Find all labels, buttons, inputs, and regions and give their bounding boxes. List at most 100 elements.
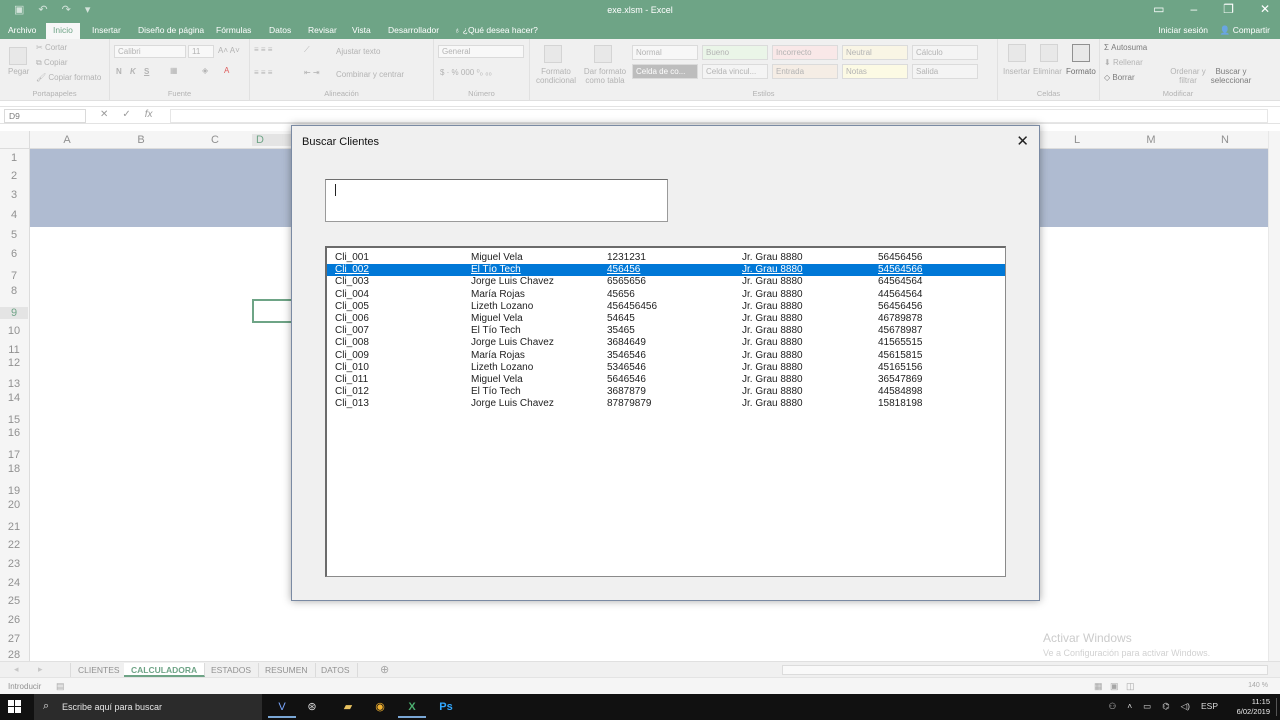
client-id: Cli_011 — [335, 374, 369, 385]
windows-start-icon[interactable] — [8, 700, 22, 714]
clients-listbox[interactable]: Cli_001 Miguel Vela 1231231 Jr. Grau 8880 56… — [325, 246, 1006, 577]
client-address: Jr. Grau 8880 — [742, 288, 803, 300]
client-doc: 54645 — [607, 313, 635, 324]
client-doc: 87879879 — [607, 398, 652, 410]
list-item[interactable]: Cli_013 Jorge Luis Chavez 87879879 Jr. Grau… — [327, 398, 1005, 410]
client-phone: 44564564 — [878, 288, 923, 300]
client-doc: 3687879 — [607, 386, 646, 398]
excel-icon[interactable]: X — [398, 696, 426, 718]
network-icon[interactable]: ⌬ — [1162, 701, 1169, 712]
client-id: Cli_003 — [335, 276, 369, 288]
client-address: Jr. Grau 8880 — [742, 349, 803, 361]
client-address: Jr. Grau 8880 — [742, 325, 803, 337]
client-name: Jorge Luis Chavez — [471, 276, 554, 288]
list-item[interactable]: Cli_011 Miguel Vela 5646546 Jr. Grau 8880 36… — [327, 374, 1005, 386]
client-id: Cli_001 — [335, 252, 369, 263]
list-item[interactable]: Cli_009 María Rojas 3546546 Jr. Grau 8880 45… — [327, 350, 1005, 362]
client-name: María Rojas — [471, 349, 525, 361]
client-address: Jr. Grau 8880 — [742, 337, 803, 349]
client-address: Jr. Grau 8880 — [742, 300, 803, 312]
client-id: Cli_004 — [335, 288, 369, 300]
list-item[interactable]: Cli_008 Jorge Luis Chavez 3684649 Jr. Grau … — [327, 337, 1005, 349]
client-phone: 56456456 — [878, 300, 923, 312]
client-address: Jr. Grau 8880 — [742, 252, 803, 263]
client-name: El Tío Tech — [471, 264, 521, 276]
client-phone: 45165156 — [878, 361, 923, 373]
client-doc: 456456 — [607, 264, 641, 276]
taskbar-search-placeholder: Escribe aquí para buscar — [62, 702, 163, 712]
list-item[interactable]: Cli_003 Jorge Luis Chavez 6565656 Jr. Grau … — [327, 276, 1005, 288]
search-icon: ⌕ — [43, 700, 50, 712]
client-name: Jorge Luis Chavez — [471, 337, 554, 349]
client-id: Cli_010 — [335, 361, 369, 373]
client-doc: 6565656 — [607, 276, 646, 288]
client-id: Cli_005 — [335, 300, 369, 312]
client-name: Lizeth Lozano — [471, 300, 534, 312]
client-phone: 54564566 — [878, 264, 923, 276]
system-tray: ⚇ ˄ ▭ ⌬ ◁) ESP — [1109, 701, 1218, 712]
client-id: Cli_002 — [335, 264, 369, 276]
client-doc: 1231231 — [607, 252, 646, 263]
show-desktop-button[interactable] — [1276, 698, 1280, 716]
list-item[interactable]: Cli_010 Lizeth Lozano 5346546 Jr. Grau 8880… — [327, 362, 1005, 374]
client-phone: 41565515 — [878, 337, 923, 349]
client-name: El Tío Tech — [471, 386, 521, 398]
list-item[interactable]: Cli_005 Lizeth Lozano 456456456 Jr. Grau 88… — [327, 301, 1005, 313]
client-address: Jr. Grau 8880 — [742, 398, 803, 410]
search-input[interactable] — [325, 179, 668, 222]
text-caret — [335, 184, 336, 196]
client-name: Miguel Vela — [471, 374, 523, 385]
client-name: El Tío Tech — [471, 325, 521, 337]
client-doc: 3546546 — [607, 349, 646, 361]
client-phone: 45615815 — [878, 349, 923, 361]
list-item[interactable]: Cli_006 Miguel Vela 54645 Jr. Grau 8880 4678… — [327, 313, 1005, 325]
people-icon[interactable]: ⚇ — [1109, 701, 1117, 712]
client-id: Cli_006 — [335, 313, 369, 324]
client-phone: 56456456 — [878, 252, 923, 263]
client-address: Jr. Grau 8880 — [742, 276, 803, 288]
battery-icon[interactable]: ▭ — [1143, 701, 1151, 712]
list-item[interactable]: Cli_004 María Rojas 45656 Jr. Grau 8880 4456… — [327, 289, 1005, 301]
client-doc: 3684649 — [607, 337, 646, 349]
list-item[interactable]: Cli_001 Miguel Vela 1231231 Jr. Grau 8880 56… — [327, 252, 1005, 264]
client-doc: 5346546 — [607, 361, 646, 373]
client-doc: 45656 — [607, 288, 635, 300]
client-name: Jorge Luis Chavez — [471, 398, 554, 410]
client-name: Miguel Vela — [471, 313, 523, 324]
client-name: Miguel Vela — [471, 252, 523, 263]
client-id: Cli_013 — [335, 398, 369, 410]
list-item[interactable]: Cli_012 El Tío Tech 3687879 Jr. Grau 8880 44… — [327, 386, 1005, 398]
client-id: Cli_012 — [335, 386, 369, 398]
client-address: Jr. Grau 8880 — [742, 374, 803, 385]
language-indicator[interactable]: ESP — [1201, 701, 1218, 712]
photoshop-icon[interactable]: Ps — [432, 696, 460, 718]
client-id: Cli_009 — [335, 349, 369, 361]
client-name: María Rojas — [471, 288, 525, 300]
clock-time: 11:15 — [1251, 697, 1270, 706]
client-phone: 36547869 — [878, 374, 923, 385]
chrome-icon[interactable]: ◉ — [366, 696, 394, 718]
file-explorer-icon[interactable]: ▰ — [334, 696, 362, 718]
client-phone: 45678987 — [878, 325, 923, 337]
close-icon[interactable]: ✕ — [1016, 132, 1029, 150]
client-address: Jr. Grau 8880 — [742, 361, 803, 373]
client-phone: 46789878 — [878, 313, 923, 324]
client-phone: 15818198 — [878, 398, 923, 410]
visual-studio-icon[interactable]: V — [268, 696, 296, 718]
client-address: Jr. Grau 8880 — [742, 264, 803, 276]
client-name: Lizeth Lozano — [471, 361, 534, 373]
tray-overflow-icon[interactable]: ˄ — [1127, 701, 1132, 712]
dialog-title: Buscar Clientes — [302, 136, 380, 148]
taskbar-search[interactable]: ⌕ Escribe aquí para buscar — [34, 694, 262, 720]
client-address: Jr. Grau 8880 — [742, 386, 803, 398]
client-phone: 44584898 — [878, 386, 923, 398]
steam-icon[interactable]: ⊛ — [298, 696, 326, 718]
list-item-selected[interactable]: Cli_002 El Tío Tech 456456 Jr. Grau 8880 545… — [327, 264, 1005, 277]
clock[interactable]: 11:15 6/02/2019 — [1237, 697, 1270, 717]
clock-date: 6/02/2019 — [1236, 707, 1270, 716]
buscar-clientes-dialog: Buscar Clientes ✕ Cli_001 Miguel Vela 1231… — [291, 125, 1040, 601]
list-item[interactable]: Cli_007 El Tío Tech 35465 Jr. Grau 8880 4567… — [327, 325, 1005, 337]
client-doc: 5646546 — [607, 374, 646, 385]
volume-icon[interactable]: ◁) — [1181, 701, 1190, 712]
windows-taskbar: ⌕ Escribe aquí para buscar V ⊛ ▰ ◉ X Ps … — [0, 694, 1280, 720]
